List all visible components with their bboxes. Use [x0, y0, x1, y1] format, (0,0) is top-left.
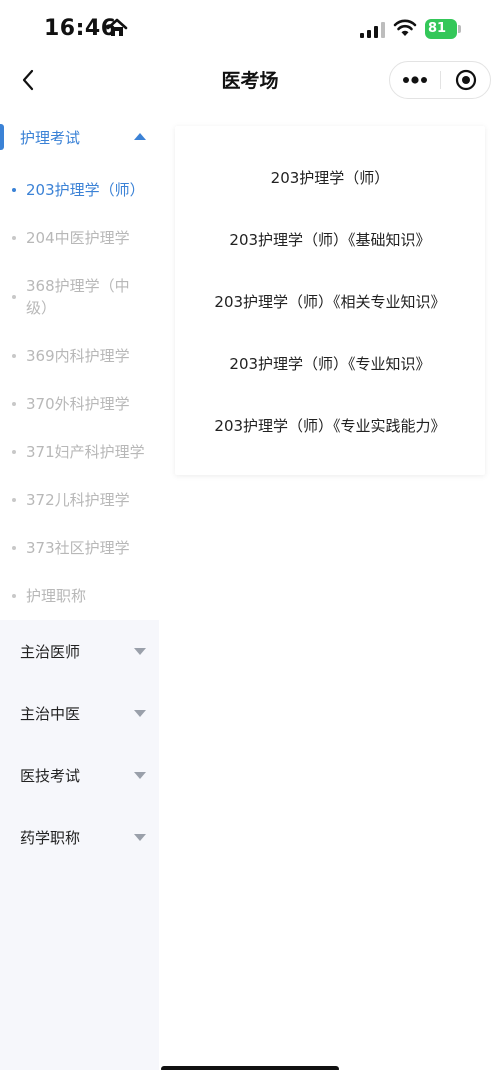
- sidebar-group-open: 护理考试 203护理学（师） 204中医护理学 368护理学（中级） 369内科…: [0, 112, 159, 620]
- battery-level: 81: [425, 19, 457, 39]
- sidebar-sub-item[interactable]: 371妇产科护理学: [0, 428, 159, 476]
- bullet-dot-icon: [12, 354, 16, 358]
- sidebar-group-label: 护理考试: [20, 128, 81, 147]
- sidebar-sub-item[interactable]: 369内科护理学: [0, 332, 159, 380]
- sub-item-label: 370外科护理学: [26, 395, 130, 413]
- sidebar-group-label: 药学职称: [20, 828, 81, 847]
- sub-item-label: 368护理学（中级）: [26, 277, 130, 317]
- sub-item-label: 203护理学（师）: [26, 181, 145, 199]
- subject-item[interactable]: 203护理学（师）《相关专业知识》: [175, 270, 485, 332]
- nav-bar: 医考场: [0, 58, 500, 104]
- sidebar-group-nursing[interactable]: 护理考试: [0, 112, 159, 162]
- sidebar-sub-item[interactable]: 368护理学（中级）: [0, 262, 159, 332]
- sidebar-group-label: 主治中医: [20, 704, 81, 723]
- sidebar-sub-item[interactable]: 203护理学（师）: [0, 166, 159, 214]
- triangle-down-icon: [134, 772, 146, 779]
- battery-indicator: 81: [425, 19, 461, 39]
- sidebar-group-pharmacy[interactable]: 药学职称: [0, 806, 159, 868]
- triangle-up-icon: [134, 133, 146, 140]
- mini-program-capsule: [389, 61, 491, 99]
- bullet-dot-icon: [12, 498, 16, 502]
- more-dots-icon: [403, 76, 427, 84]
- app-screen: 16:46 81 医考场 护理考试 203护理学（师） 204中医护理学 368…: [0, 0, 500, 1070]
- bullet-dot-icon: [12, 295, 16, 299]
- sub-item-label: 护理职称: [26, 587, 87, 605]
- subject-list-card: 203护理学（师） 203护理学（师）《基础知识》 203护理学（师）《相关专业…: [175, 126, 485, 475]
- sub-item-label: 372儿科护理学: [26, 491, 130, 509]
- bullet-dot-icon: [12, 546, 16, 550]
- bullet-dot-icon: [12, 188, 16, 192]
- subject-item[interactable]: 203护理学（师）: [175, 146, 485, 208]
- bullet-dot-icon: [12, 402, 16, 406]
- bullet-dot-icon: [12, 236, 16, 240]
- triangle-down-icon: [134, 648, 146, 655]
- sub-item-label: 204中医护理学: [26, 229, 130, 247]
- sidebar-sub-list: 203护理学（师） 204中医护理学 368护理学（中级） 369内科护理学 3…: [0, 162, 159, 620]
- subject-item[interactable]: 203护理学（师）《基础知识》: [175, 208, 485, 270]
- sub-item-label: 373社区护理学: [26, 539, 130, 557]
- battery-cap: [458, 25, 461, 33]
- bullet-dot-icon: [12, 594, 16, 598]
- sidebar-group-attending-physician[interactable]: 主治医师: [0, 620, 159, 682]
- category-sidebar: 护理考试 203护理学（师） 204中医护理学 368护理学（中级） 369内科…: [0, 112, 159, 1070]
- more-button[interactable]: [390, 62, 440, 98]
- triangle-down-icon: [134, 710, 146, 717]
- sub-item-label: 371妇产科护理学: [26, 443, 145, 461]
- wifi-icon: [393, 19, 417, 36]
- sidebar-sub-item[interactable]: 373社区护理学: [0, 524, 159, 572]
- target-circle-icon: [455, 69, 477, 91]
- sidebar-group-attending-tcm[interactable]: 主治中医: [0, 682, 159, 744]
- close-mini-program-button[interactable]: [441, 62, 491, 98]
- subject-item[interactable]: 203护理学（师）《专业实践能力》: [175, 394, 485, 456]
- sub-item-label: 369内科护理学: [26, 347, 130, 365]
- active-indicator: [0, 124, 4, 150]
- sidebar-group-label: 医技考试: [20, 766, 81, 785]
- home-indicator: [161, 1066, 339, 1070]
- subject-item[interactable]: 203护理学（师）《专业知识》: [175, 332, 485, 394]
- cellular-signal-icon: [360, 22, 385, 38]
- sidebar-group-label: 主治医师: [20, 642, 81, 661]
- sidebar-group-medical-technology[interactable]: 医技考试: [0, 744, 159, 806]
- sidebar-sub-item[interactable]: 204中医护理学: [0, 214, 159, 262]
- sidebar-sub-item[interactable]: 护理职称: [0, 572, 159, 620]
- sidebar-sub-item[interactable]: 370外科护理学: [0, 380, 159, 428]
- status-bar: 16:46 81: [0, 0, 500, 58]
- bullet-dot-icon: [12, 450, 16, 454]
- house-icon: [106, 18, 128, 36]
- triangle-down-icon: [134, 834, 146, 841]
- sidebar-sub-item[interactable]: 372儿科护理学: [0, 476, 159, 524]
